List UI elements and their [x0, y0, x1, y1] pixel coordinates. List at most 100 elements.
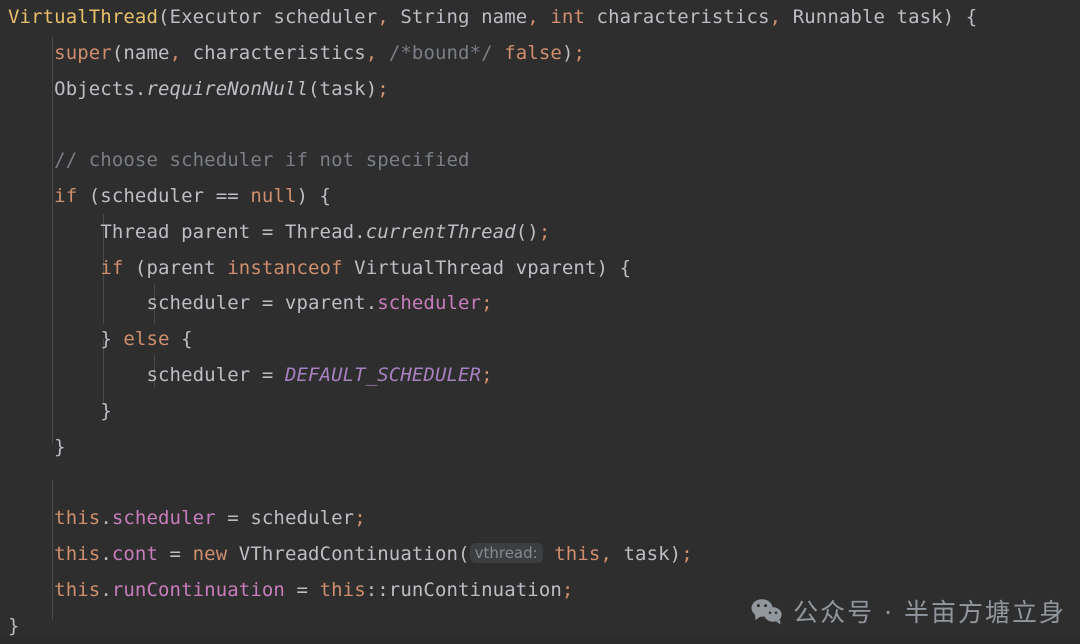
code-token-method: currentThread: [365, 220, 516, 243]
code-token-class: VirtualThread: [8, 6, 159, 28]
code-line-blank[interactable]: [0, 465, 1080, 501]
code-line[interactable]: this.cont = new VThreadContinuation(vthr…: [0, 537, 1080, 573]
code-token-default: VThreadContinuation(: [227, 542, 470, 565]
code-token-default: =: [284, 578, 320, 601]
code-token-keyword: this: [54, 507, 101, 530]
code-token-default: Thread parent = Thread.: [100, 220, 366, 243]
code-token-semi: ;: [354, 507, 366, 530]
code-token-default: (): [515, 220, 539, 243]
wechat-icon: [751, 598, 783, 625]
code-token-default: = scheduler: [215, 507, 355, 530]
code-line[interactable]: }: [0, 430, 1080, 466]
code-token-keyword: super: [54, 41, 112, 64]
code-token-semi: ;: [681, 542, 693, 565]
code-token-semi: ;: [481, 292, 493, 315]
code-line[interactable]: }: [0, 394, 1080, 430]
code-token-semi: ,: [769, 6, 782, 28]
code-token-default: String name: [388, 6, 528, 28]
code-token-default: }: [54, 435, 66, 458]
code-token-keyword: this: [54, 542, 101, 565]
code-token-default: ) {: [296, 184, 332, 207]
code-token-default: (task): [308, 77, 378, 100]
code-token-default: .: [100, 507, 112, 530]
code-token-semi: ;: [538, 220, 551, 243]
code-token-default: scheduler =: [146, 363, 285, 386]
code-token-default: Runnable task) {: [781, 6, 978, 28]
code-token-keyword: else: [123, 328, 170, 351]
code-token-semi: ,: [169, 41, 182, 64]
code-token-comment: // choose scheduler if not specified: [54, 149, 470, 172]
code-line-blank[interactable]: [0, 107, 1080, 143]
code-token-default: (scheduler ==: [77, 184, 251, 207]
code-token-keyword: this: [54, 578, 101, 601]
watermark: 公众号 · 半亩方塘立身: [751, 593, 1066, 629]
code-token-semi: ,: [377, 6, 389, 28]
code-token-default: ::runContinuation: [365, 578, 562, 601]
code-line[interactable]: } else {: [0, 322, 1080, 358]
code-line[interactable]: if (scheduler == null) {: [0, 179, 1080, 215]
code-token-keyword: this: [319, 578, 366, 601]
code-token-default: [539, 6, 551, 28]
code-line[interactable]: this.scheduler = scheduler;: [0, 501, 1080, 537]
code-line[interactable]: super(name, characteristics, /*bound*/ f…: [0, 36, 1080, 72]
code-token-semi: ;: [573, 41, 586, 64]
code-token-static: DEFAULT_SCHEDULER: [284, 363, 482, 386]
code-token-default: (name: [111, 41, 170, 64]
code-line[interactable]: scheduler = vparent.scheduler;: [0, 286, 1080, 322]
code-editor[interactable]: VirtualThread(Executor scheduler, String…: [0, 0, 1080, 637]
code-token-default: Objects.: [54, 77, 147, 100]
code-token-keyword: instanceof: [227, 256, 343, 279]
code-token-default: VirtualThread vparent) {: [342, 256, 632, 279]
code-token-keyword: if: [54, 184, 78, 207]
code-line[interactable]: VirtualThread(Executor scheduler, String…: [0, 0, 1080, 36]
code-line[interactable]: Thread parent = Thread.currentThread();: [0, 215, 1080, 251]
code-line[interactable]: scheduler = DEFAULT_SCHEDULER;: [0, 358, 1080, 394]
code-token-default: [493, 42, 505, 64]
code-token-default: (parent: [123, 256, 228, 279]
code-line[interactable]: // choose scheduler if not specified: [0, 143, 1080, 179]
code-token-default: scheduler = vparent.: [146, 292, 378, 315]
code-token-default: .: [100, 578, 112, 601]
code-token-default: characteristics: [181, 41, 366, 64]
code-token-default: .: [100, 542, 112, 565]
code-token-semi: ,: [600, 542, 612, 565]
code-token-keyword: new: [192, 542, 228, 565]
code-token-keyword: false: [504, 41, 562, 64]
code-token-default: task): [611, 542, 682, 565]
code-token-semi: ;: [561, 578, 574, 601]
code-token-semi: ;: [377, 77, 389, 100]
code-line[interactable]: if (parent instanceof VirtualThread vpar…: [0, 251, 1080, 287]
code-token-field: cont: [111, 542, 159, 565]
code-token-default: [377, 42, 389, 64]
watermark-text: 公众号 · 半亩方塘立身: [793, 598, 1066, 627]
code-content[interactable]: VirtualThread(Executor scheduler, String…: [0, 0, 1080, 644]
code-token-punct: (: [158, 6, 170, 28]
code-token-field: runContinuation: [111, 578, 285, 601]
code-token-keyword: null: [250, 184, 297, 207]
code-token-keyword: this: [554, 542, 601, 565]
code-token-default: }: [100, 399, 112, 422]
code-token-field: scheduler: [377, 292, 482, 315]
code-token-semi: ,: [527, 6, 539, 28]
inlay-parameter-hint[interactable]: vthread:: [469, 542, 543, 563]
code-token-default: }: [100, 328, 124, 351]
code-token-keyword: if: [100, 256, 124, 279]
code-token-default: characteristics: [585, 6, 770, 28]
code-token-default: }: [8, 614, 20, 637]
code-token-default: ): [561, 41, 574, 64]
code-token-semi: ,: [365, 41, 378, 64]
code-line[interactable]: Objects.requireNonNull(task);: [0, 72, 1080, 108]
